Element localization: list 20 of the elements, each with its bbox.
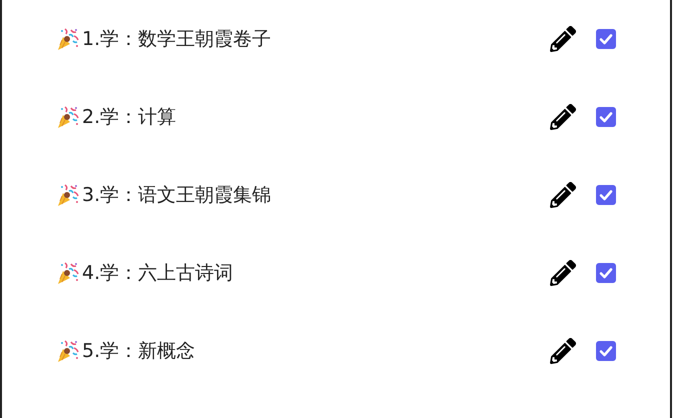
- task-label: 3.学：语文王朝霞集锦: [82, 183, 272, 208]
- task-label: 5.学：新概念: [82, 339, 196, 364]
- checkbox[interactable]: [596, 185, 616, 205]
- party-popper-icon: [56, 183, 80, 207]
- pencil-icon[interactable]: [550, 338, 576, 364]
- task-label: 1.学：数学王朝霞卷子: [82, 27, 272, 52]
- party-popper-icon: [56, 339, 80, 363]
- pencil-icon[interactable]: [550, 104, 576, 130]
- party-popper-icon: [56, 261, 80, 285]
- party-popper-icon: [56, 105, 80, 129]
- checkbox[interactable]: [596, 29, 616, 49]
- checkbox[interactable]: [596, 263, 616, 283]
- pencil-icon[interactable]: [550, 26, 576, 52]
- pencil-icon[interactable]: [550, 260, 576, 286]
- checkbox[interactable]: [596, 107, 616, 127]
- task-label: 2.学：计算: [82, 105, 176, 130]
- task-label: 4.学：六上古诗词: [82, 261, 234, 286]
- checkbox[interactable]: [596, 341, 616, 361]
- pencil-icon[interactable]: [550, 182, 576, 208]
- party-popper-icon: [56, 27, 80, 51]
